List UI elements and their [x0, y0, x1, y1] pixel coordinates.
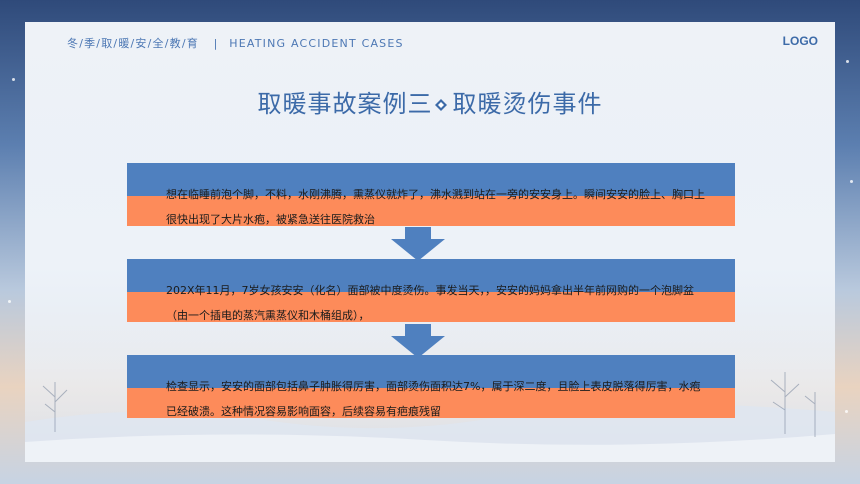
series-title-en: HEATING ACCIDENT CASES: [229, 37, 404, 50]
snowflake: [8, 300, 11, 303]
slide-panel: 冬/季/取/暖/安/全/教/育 | HEATING ACCIDENT CASES…: [25, 22, 835, 462]
title-event-name: 取暖烫伤事件: [452, 90, 603, 118]
down-arrow-icon: [391, 227, 445, 261]
snowflake: [845, 410, 848, 413]
case-box-2: 202X年11月，7岁女孩安安（化名）面部被中度烫伤。事发当天，，安安的妈妈拿出…: [127, 259, 735, 322]
diamond-icon: [434, 99, 447, 111]
header-bar: 冬/季/取/暖/安/全/教/育 | HEATING ACCIDENT CASES: [67, 35, 404, 51]
case-text: 检查显示，安安的面部包括鼻子肿胀得厉害，面部烫伤面积达7%，属于深二度，且脸上表…: [166, 380, 701, 418]
snowflake: [12, 78, 15, 81]
case-text: 202X年11月，7岁女孩安安（化名）面部被中度烫伤。事发当天，，安安的妈妈拿出…: [166, 284, 695, 322]
logo: LOGO: [782, 34, 818, 48]
case-box-1: 想在临睡前泡个脚，不料，水刚沸腾，熏蒸仪就炸了，沸水溅到站在一旁的安安身上。瞬间…: [127, 163, 735, 226]
case-text: 想在临睡前泡个脚，不料，水刚沸腾，熏蒸仪就炸了，沸水溅到站在一旁的安安身上。瞬间…: [166, 188, 705, 226]
case-box-3: 检查显示，安安的面部包括鼻子肿胀得厉害，面部烫伤面积达7%，属于深二度，且脸上表…: [127, 355, 735, 418]
snowflake: [850, 180, 853, 183]
series-title-cn: 冬/季/取/暖/安/全/教/育: [67, 37, 199, 50]
down-arrow-icon: [391, 324, 445, 358]
header-separator: |: [213, 37, 219, 50]
title-case-number: 取暖事故案例三: [257, 90, 433, 118]
snowflake: [846, 60, 849, 63]
slide-title: 取暖事故案例三 取暖烫伤事件: [25, 84, 835, 119]
